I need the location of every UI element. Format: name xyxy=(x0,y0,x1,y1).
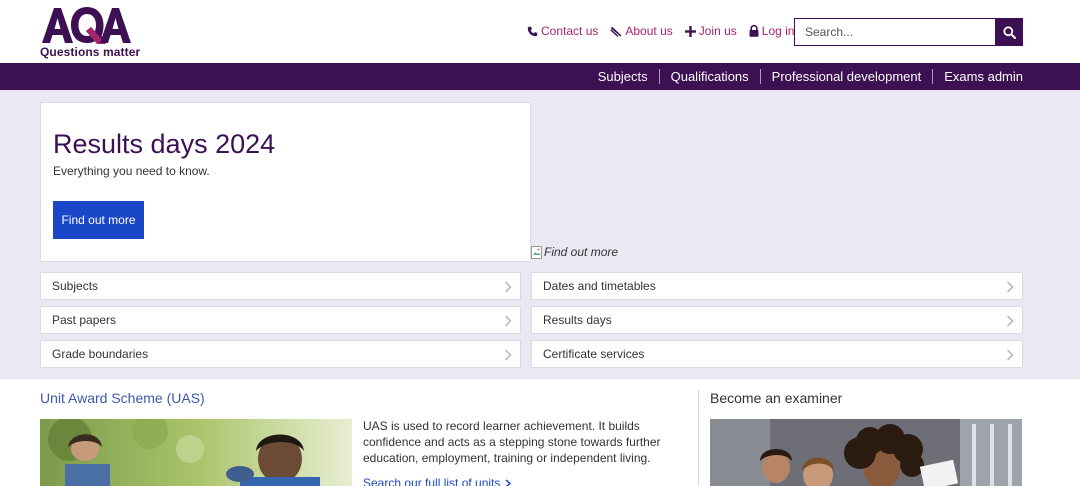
nav-exams-admin[interactable]: Exams admin xyxy=(932,69,1023,84)
phone-icon xyxy=(527,26,538,36)
quick-link-label: Dates and timetables xyxy=(543,279,656,293)
quick-link-label: Certificate services xyxy=(543,347,645,361)
megaphone-icon xyxy=(610,26,622,36)
broken-image-icon xyxy=(531,245,542,259)
quick-link-label: Grade boundaries xyxy=(52,347,149,361)
examiner-photo[interactable] xyxy=(710,419,1022,486)
quick-link-label: Subjects xyxy=(52,279,99,293)
nav-subjects[interactable]: Subjects xyxy=(587,69,659,84)
chevron-right-icon xyxy=(504,349,512,361)
log-in-link[interactable]: Log in xyxy=(749,24,795,38)
uas-photo[interactable] xyxy=(40,419,352,486)
hero-image-broken[interactable]: Find out more xyxy=(531,245,618,259)
logo-tagline: Questions matter xyxy=(40,45,141,59)
find-out-more-button[interactable]: Find out more xyxy=(53,201,144,239)
main-nav: Subjects Qualifications Professional dev… xyxy=(0,63,1080,90)
utility-nav: Contact us About us Join us Log in xyxy=(527,22,806,40)
chevron-right-icon xyxy=(505,478,512,486)
join-us-label: Join us xyxy=(698,24,737,38)
site-search xyxy=(794,18,1023,46)
search-input[interactable] xyxy=(794,18,995,46)
quick-link-results-days[interactable]: Results days xyxy=(531,306,1023,334)
about-us-link[interactable]: About us xyxy=(610,24,673,38)
uas-heading[interactable]: Unit Award Scheme (UAS) xyxy=(40,390,205,406)
quick-link-certificate-services[interactable]: Certificate services xyxy=(531,340,1023,368)
hero-image-alt-text: Find out more xyxy=(544,245,619,259)
chevron-right-icon xyxy=(504,281,512,293)
quick-link-dates-and-timetables[interactable]: Dates and timetables xyxy=(531,272,1023,300)
chevron-right-icon xyxy=(1006,349,1014,361)
search-button[interactable] xyxy=(995,18,1023,46)
plus-icon xyxy=(684,25,696,37)
chevron-right-icon xyxy=(1006,281,1014,293)
join-us-link[interactable]: Join us xyxy=(684,24,737,38)
examiner-heading[interactable]: Become an examiner xyxy=(710,390,842,406)
nav-professional-development[interactable]: Professional development xyxy=(759,69,933,84)
nav-qualifications[interactable]: Qualifications xyxy=(658,69,760,84)
contact-us-label: Contact us xyxy=(541,24,599,38)
lock-icon xyxy=(749,25,759,37)
chevron-right-icon xyxy=(1006,315,1014,327)
quick-link-label: Past papers xyxy=(52,313,117,327)
site-header: Questions matter Contact us About us Joi… xyxy=(0,0,1080,63)
contact-us-link[interactable]: Contact us xyxy=(527,24,598,38)
hero-title: Results days 2024 xyxy=(53,129,276,159)
search-icon xyxy=(1002,25,1016,39)
chevron-right-icon xyxy=(504,315,512,327)
uas-units-link[interactable]: Search our full list of units xyxy=(363,476,512,486)
aqa-logo-mark xyxy=(42,7,131,44)
quick-link-past-papers[interactable]: Past papers xyxy=(40,306,521,334)
uas-units-link-label: Search our full list of units xyxy=(363,476,501,486)
hero-card: Results days 2024 Everything you need to… xyxy=(40,102,531,262)
quick-link-subjects[interactable]: Subjects xyxy=(40,272,521,300)
uas-photo-image xyxy=(40,419,352,486)
main-nav-list: Subjects Qualifications Professional dev… xyxy=(587,63,1023,90)
uas-description: UAS is used to record learner achievemen… xyxy=(363,419,661,465)
hero-subtitle: Everything you need to know. xyxy=(53,164,210,178)
quick-link-grade-boundaries[interactable]: Grade boundaries xyxy=(40,340,521,368)
quick-link-label: Results days xyxy=(543,313,612,327)
about-us-label: About us xyxy=(625,24,673,38)
aqa-logo[interactable]: Questions matter xyxy=(40,6,141,59)
log-in-label: Log in xyxy=(761,24,795,38)
section-divider xyxy=(698,390,699,486)
examiner-photo-image xyxy=(710,419,1022,486)
